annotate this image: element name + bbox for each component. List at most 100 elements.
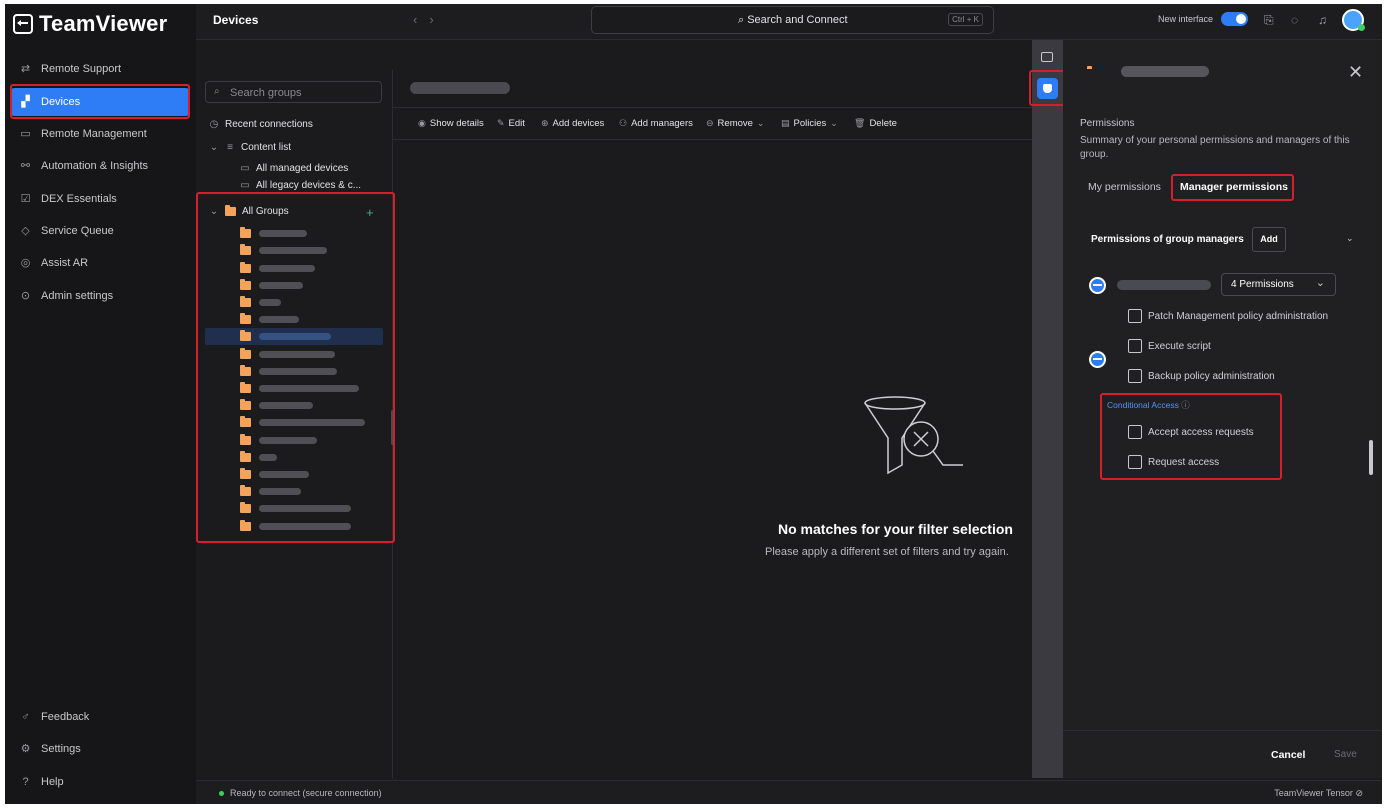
add-managers-button[interactable]: ⚇ Add managers — [619, 118, 693, 129]
sidebar-item-dex[interactable]: ☑ DEX Essentials — [11, 185, 189, 213]
search-and-connect-label: ⌕ Search and Connect — [738, 14, 848, 26]
checkbox[interactable] — [1128, 309, 1142, 323]
sidebar-item-devices[interactable]: ▞ Devices — [11, 88, 189, 116]
edit-label: Edit — [508, 118, 525, 129]
policies-button[interactable]: ▤ Policies ⌄ — [781, 118, 838, 129]
folder-icon — [240, 330, 251, 341]
group-item[interactable] — [240, 434, 317, 447]
add-devices-button[interactable]: ⊕ Add devices — [541, 118, 604, 129]
panel-scrollbar[interactable] — [1369, 440, 1373, 475]
group-item[interactable] — [240, 451, 277, 464]
group-item[interactable] — [240, 348, 335, 361]
search-and-connect-bar[interactable]: ⌕ Search and Connect Ctrl + K — [591, 6, 994, 34]
sidebar-item-service-queue[interactable]: ◇ Service Queue — [11, 217, 189, 245]
group-item[interactable] — [240, 399, 313, 412]
group-item[interactable] — [240, 382, 359, 395]
checkbox[interactable] — [1128, 339, 1142, 353]
sidebar-item-feedback[interactable]: ♂ Feedback — [11, 703, 189, 731]
recent-connections[interactable]: ◷ Recent connections — [209, 119, 313, 130]
add-manager-button[interactable]: Add — [1252, 227, 1286, 252]
permissions-summary: Summary of your personal permissions and… — [1080, 135, 1350, 160]
manager-avatar-icon — [1089, 351, 1106, 368]
all-groups[interactable]: ⌄ All Groups — [209, 205, 289, 217]
save-button[interactable]: Save — [1334, 749, 1357, 760]
search-groups-input[interactable]: ⌕ Search groups — [205, 81, 382, 103]
group-item[interactable] — [240, 416, 365, 429]
folder-icon — [240, 485, 251, 496]
group-item[interactable] — [240, 485, 301, 498]
checkbox[interactable] — [1128, 369, 1142, 383]
history-arrows[interactable]: ‹› — [413, 12, 446, 27]
edit-button[interactable]: ✎ Edit — [497, 118, 525, 129]
group-item[interactable] — [240, 279, 303, 292]
sidebar-item-label: Feedback — [41, 711, 90, 723]
info-icon: ⓘ — [1181, 400, 1190, 410]
folder-icon — [240, 262, 251, 273]
all-managed-devices[interactable]: ▭ All managed devices — [240, 163, 348, 174]
group-item[interactable] — [240, 227, 307, 240]
permissions-rail-button[interactable] — [1037, 78, 1058, 99]
sidebar-item-automation[interactable]: ⚯ Automation & Insights — [11, 152, 189, 180]
new-interface-toggle[interactable] — [1221, 12, 1248, 26]
group-item[interactable] — [240, 313, 299, 326]
group-item[interactable] — [240, 296, 281, 309]
search-groups-placeholder: Search groups — [230, 87, 302, 99]
remove-button[interactable]: ⊖ Remove ⌄ — [706, 118, 764, 129]
group-item[interactable] — [240, 365, 337, 378]
tensor-label: TeamViewer Tensor ⊘ — [1274, 788, 1363, 798]
group-item[interactable] — [240, 520, 351, 533]
chevron-down-icon: ⌄ — [830, 118, 838, 128]
permission-accept-access-requests[interactable]: Accept access requests — [1128, 425, 1254, 439]
page-title: Devices — [213, 13, 259, 27]
group-item-selected[interactable] — [240, 330, 331, 343]
download-icon[interactable]: ⎘ — [1264, 13, 1274, 28]
connection-status-dot — [219, 791, 224, 796]
all-legacy-devices[interactable]: ▭ All legacy devices & c... — [240, 180, 361, 191]
bell-icon[interactable]: ♫ — [1318, 13, 1327, 27]
permission-label: Execute script — [1148, 340, 1211, 352]
status-bar: Ready to connect (secure connection) Tea… — [196, 780, 1382, 804]
permission-request-access[interactable]: Request access — [1128, 455, 1219, 469]
content-list[interactable]: ⌄ ≡ Content list — [209, 142, 291, 153]
sidebar-item-settings[interactable]: ⚙ Settings — [11, 735, 189, 763]
permission-patch-management[interactable]: Patch Management policy administration — [1128, 309, 1328, 323]
close-icon[interactable]: ✕ — [1348, 62, 1363, 83]
permission-backup-policy[interactable]: Backup policy administration — [1128, 369, 1275, 383]
delete-button[interactable]: 🗑 Delete — [854, 118, 897, 129]
add-group-icon[interactable]: + — [366, 205, 374, 220]
sidebar-item-admin-settings[interactable]: ⊙ Admin settings — [11, 282, 189, 310]
group-item[interactable] — [240, 468, 309, 481]
sidebar-item-assist-ar[interactable]: ◎ Assist AR — [11, 249, 189, 277]
group-item[interactable] — [240, 502, 351, 515]
sidebar-item-remote-management[interactable]: ▭ Remote Management — [11, 120, 189, 148]
group-item[interactable] — [240, 244, 327, 257]
teamviewer-logo[interactable]: TeamViewer — [13, 11, 167, 37]
folder-icon — [240, 520, 251, 531]
manager-avatar-icon — [1089, 277, 1106, 294]
cancel-button[interactable]: Cancel — [1271, 749, 1305, 761]
avatar[interactable] — [1342, 9, 1365, 31]
checkbox[interactable] — [1128, 425, 1142, 439]
show-details-button[interactable]: ◉ Show details — [418, 118, 484, 129]
folder-icon — [240, 382, 251, 393]
tab-my-permissions[interactable]: My permissions — [1088, 181, 1161, 193]
permissions-dropdown[interactable]: 4 Permissions — [1221, 273, 1336, 296]
chat-icon[interactable]: ◌ — [1291, 13, 1298, 27]
sidebar-item-help[interactable]: ? Help — [11, 768, 189, 796]
new-interface-label: New interface — [1158, 14, 1214, 24]
permission-label: Patch Management policy administration — [1148, 310, 1329, 322]
chevron-down-icon[interactable]: ⌄ — [1346, 233, 1354, 244]
all-groups-label: All Groups — [242, 206, 289, 217]
tab-manager-permissions[interactable]: Manager permissions — [1180, 181, 1288, 193]
folder-icon — [240, 227, 251, 238]
device-info-icon[interactable] — [1041, 52, 1053, 62]
group-item[interactable] — [240, 262, 315, 275]
checkbox[interactable] — [1128, 455, 1142, 469]
permission-execute-script[interactable]: Execute script — [1128, 339, 1211, 353]
permission-label: Backup policy administration — [1148, 370, 1275, 382]
folder-icon — [240, 502, 251, 513]
sidebar-item-remote-support[interactable]: ⇄ Remote Support — [11, 55, 189, 83]
show-details-label: Show details — [429, 118, 484, 129]
sidebar-item-label: Automation & Insights — [41, 160, 149, 172]
gear-icon: ⊙ — [20, 289, 31, 302]
